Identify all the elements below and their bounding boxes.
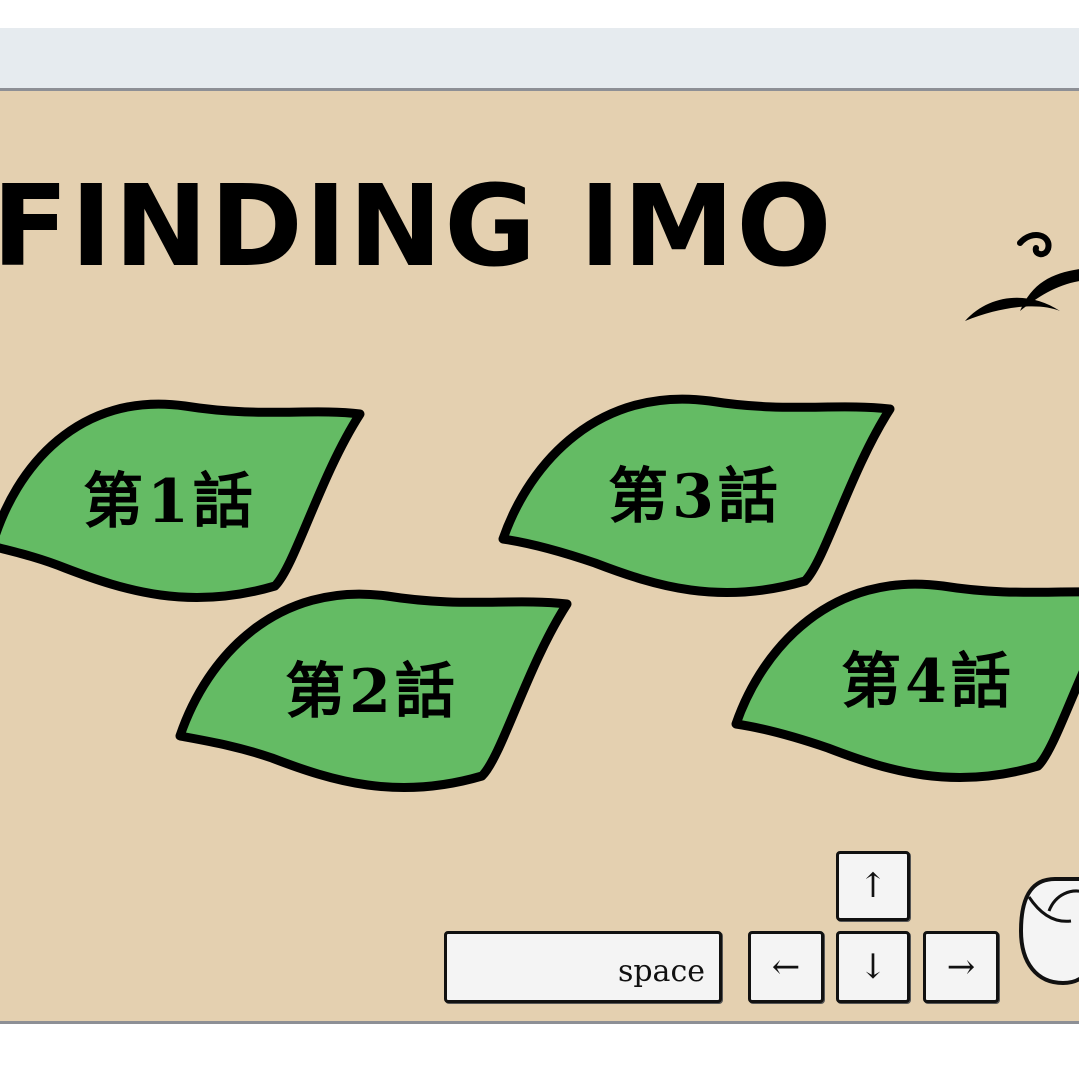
- up-arrow-key: ↑: [836, 851, 910, 921]
- swirl-ornament: [965, 232, 1079, 321]
- episode-2-button[interactable]: 第2話: [172, 576, 572, 796]
- page-bottom-area: [0, 1024, 1079, 1078]
- episode-4-label: 第4話: [841, 646, 1015, 717]
- episode-1-label: 第1話: [83, 466, 257, 537]
- episode-1-button[interactable]: 第1話: [0, 386, 370, 606]
- browser-top-bar: [0, 0, 1079, 88]
- right-arrow-key: →: [923, 931, 999, 1003]
- game-title: FINDING IMO: [0, 162, 834, 292]
- game-canvas[interactable]: FINDING IMO 第1話 第2話 第3話 第4話 space ↑ ← ↓: [0, 88, 1079, 1024]
- mouse-icon: [1018, 877, 1079, 986]
- episode-4-button[interactable]: 第4話: [728, 566, 1079, 786]
- space-key: space: [444, 931, 722, 1003]
- left-arrow-key: ←: [748, 931, 824, 1003]
- episode-2-label: 第2話: [285, 656, 459, 727]
- browser-toolbar-strip: [0, 28, 1079, 88]
- down-arrow-key: ↓: [836, 931, 910, 1003]
